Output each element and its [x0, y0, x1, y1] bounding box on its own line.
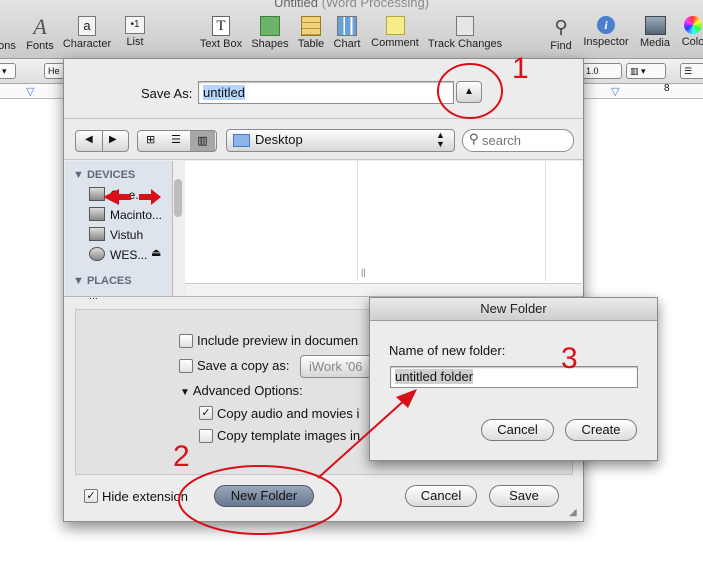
annotation-number-1: 1: [512, 52, 529, 85]
annotation-number-2: 2: [173, 440, 190, 473]
annotation-circle-1: [437, 63, 503, 119]
annotation-number-3: 3: [561, 342, 578, 375]
annotation-overlay: [178, 63, 503, 535]
annotation-circle-2: [178, 465, 342, 535]
annotation-arrow-line: [317, 397, 408, 479]
